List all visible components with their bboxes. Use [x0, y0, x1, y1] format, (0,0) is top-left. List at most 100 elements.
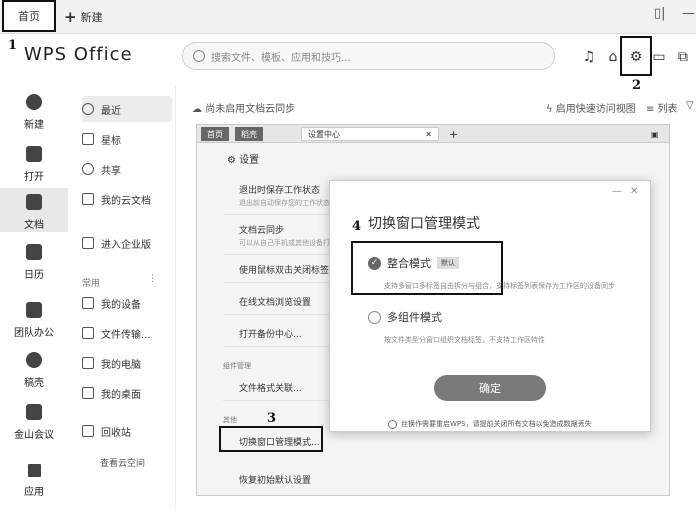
- nav-new[interactable]: 新建: [0, 94, 68, 131]
- folder-icon: [26, 146, 42, 162]
- nav-open[interactable]: 打开: [0, 146, 68, 183]
- sidebar-label: 我的云文档: [101, 195, 151, 207]
- sidebar-label: 我的设备: [101, 299, 141, 311]
- minimize-icon[interactable]: —: [682, 6, 695, 21]
- sidebar-item-recycle[interactable]: 回收站: [82, 418, 172, 444]
- gear-icon: ⚙: [227, 155, 240, 166]
- nav-label: 打开: [24, 172, 44, 183]
- inner-tab-label: 设置中心: [308, 129, 340, 139]
- file-sidebar: 最近 星标 共享 我的云文档 进入企业版 常用 ⋮ 我的设备 文件传输... 我…: [72, 86, 176, 510]
- nav-meeting[interactable]: 金山会议: [0, 404, 68, 441]
- settings-title: ⚙ 设置: [227, 151, 259, 166]
- video-icon: [26, 404, 42, 420]
- cloud-icon: [82, 193, 94, 205]
- nav-documents[interactable]: 文档: [0, 188, 68, 232]
- list-view-button[interactable]: ≡ 列表: [646, 100, 678, 115]
- title-bar: [0, 0, 696, 34]
- nav-apps[interactable]: 应用: [0, 464, 68, 498]
- sidebar-label: 共享: [101, 165, 121, 177]
- nav-label: 日历: [24, 270, 44, 281]
- dialog-minimize-icon[interactable]: —: [612, 186, 622, 197]
- trash-icon: [82, 425, 94, 437]
- info-icon: [388, 419, 397, 429]
- group-other: 其他: [223, 416, 237, 424]
- dialog-close-icon[interactable]: ✕: [630, 186, 638, 197]
- search-placeholder: 搜索文件、模板、应用和技巧...: [211, 52, 351, 64]
- close-icon[interactable]: ✕: [425, 130, 432, 139]
- sidebar-item-my-desktop[interactable]: 我的桌面: [82, 380, 172, 406]
- desktop-icon: [82, 387, 94, 399]
- section-common: 常用: [82, 279, 101, 289]
- nav-label: 稿壳: [24, 378, 44, 389]
- sidebar-label: 进入企业版: [101, 239, 151, 251]
- marker-2: 2: [632, 78, 642, 93]
- plus-icon: [26, 94, 42, 110]
- nav-label: 新建: [24, 120, 44, 131]
- quick-access-toggle[interactable]: ϟ 启用快速访问视图: [546, 100, 636, 115]
- calendar-icon: [26, 244, 42, 260]
- clock-icon: [82, 103, 94, 115]
- sidebar-item-recent[interactable]: 最近: [82, 96, 172, 122]
- wps-logo: WPS Office: [24, 44, 133, 65]
- search-icon: [193, 50, 205, 62]
- new-tab-label: 新建: [80, 11, 103, 24]
- cloud-sync-label: 尚未启用文档云同步: [205, 104, 296, 115]
- option-multi-component-desc: 按文件类型分窗口组织文档标签，不支持工作区特性: [384, 336, 545, 344]
- sidebar-item-shared[interactable]: 共享: [82, 156, 172, 182]
- confirm-button[interactable]: 确定: [434, 375, 546, 401]
- inner-tab-home[interactable]: 首页: [201, 127, 229, 141]
- nav-calendar[interactable]: 日历: [0, 244, 68, 281]
- message-icon[interactable]: ▭: [650, 48, 668, 66]
- nav-doc-shell[interactable]: 稿壳: [0, 352, 68, 389]
- inner-tab-docer[interactable]: 稻壳: [235, 127, 263, 141]
- share-icon: [82, 163, 94, 175]
- new-tab-button[interactable]: + 新建: [64, 8, 103, 26]
- marker-3: 3: [267, 411, 277, 426]
- inner-tab-settings[interactable]: 设置中心 ✕: [301, 127, 439, 141]
- list-icon: ≡: [646, 104, 658, 115]
- cloud-sync-status[interactable]: ☁ 尚未启用文档云同步: [192, 100, 295, 115]
- nav-team[interactable]: 团队办公: [0, 302, 68, 339]
- dialog-title: 切换窗口管理模式: [368, 216, 480, 232]
- tip-text: 丝换作需要重启WPS，请提前关闭所有文档以免造成数据丢失: [401, 420, 592, 428]
- sidebar-label: 星标: [101, 135, 121, 147]
- sidebar-item-file-transfer[interactable]: 文件传输...: [82, 320, 172, 346]
- apps-icon: [27, 464, 41, 477]
- inner-new-tab-icon[interactable]: +: [443, 127, 464, 141]
- star-icon: [82, 133, 94, 145]
- sidebar-item-cloud-docs[interactable]: 我的云文档: [82, 186, 172, 212]
- inner-tab-bar: 首页 稻壳 设置中心 ✕ + ▣: [197, 125, 669, 143]
- sidebar-item-enterprise[interactable]: 进入企业版: [82, 230, 172, 256]
- option-label: 多组件模式: [387, 311, 442, 324]
- search-input[interactable]: 搜索文件、模板、应用和技巧...: [182, 42, 555, 70]
- computer-icon: [82, 357, 94, 369]
- more-icon[interactable]: ⋮: [148, 274, 157, 284]
- headset-icon[interactable]: ♫: [580, 48, 598, 66]
- sidebar-label: 最近: [101, 105, 121, 117]
- device-icon[interactable]: ⧉: [674, 48, 692, 66]
- filter-icon[interactable]: ▽: [686, 100, 694, 111]
- window-mode-dialog: — ✕ 切换窗口管理模式 4 ✓ 整合模式 默认 支持多窗口多标签自由拆分与组合，支…: [329, 180, 651, 432]
- building-icon: [82, 237, 94, 249]
- transfer-icon: [82, 327, 94, 339]
- tab-home-label: 首页: [18, 10, 40, 23]
- cloud-space-link[interactable]: 查看云空间: [100, 456, 145, 469]
- inner-window-icon[interactable]: ▣: [645, 127, 665, 141]
- bolt-icon: ϟ: [546, 104, 556, 115]
- sidebar-item-starred[interactable]: 星标: [82, 126, 172, 152]
- radio-unchecked-icon: [368, 310, 381, 324]
- nav-label: 团队办公: [14, 328, 54, 339]
- settings-title-label: 设置: [239, 155, 260, 166]
- doc-shell-icon: [26, 352, 42, 368]
- option-multi-component-mode[interactable]: 多组件模式: [368, 309, 442, 325]
- document-icon: [26, 194, 42, 210]
- setting-restore-defaults[interactable]: 恢复初始默认设置: [223, 467, 453, 492]
- marker-1: 1: [8, 38, 18, 53]
- window-layout-icon[interactable]: ▯|: [654, 6, 666, 21]
- left-nav: 新建 打开 文档 日历 团队办公 稿壳 金山会议 应用: [0, 86, 68, 510]
- tab-home[interactable]: 首页: [2, 0, 56, 32]
- highlight-box-4: [351, 241, 503, 295]
- group-components: 组件管理: [223, 362, 251, 370]
- sidebar-item-my-devices[interactable]: 我的设备: [82, 290, 172, 316]
- sidebar-item-my-computer[interactable]: 我的电脑: [82, 350, 172, 376]
